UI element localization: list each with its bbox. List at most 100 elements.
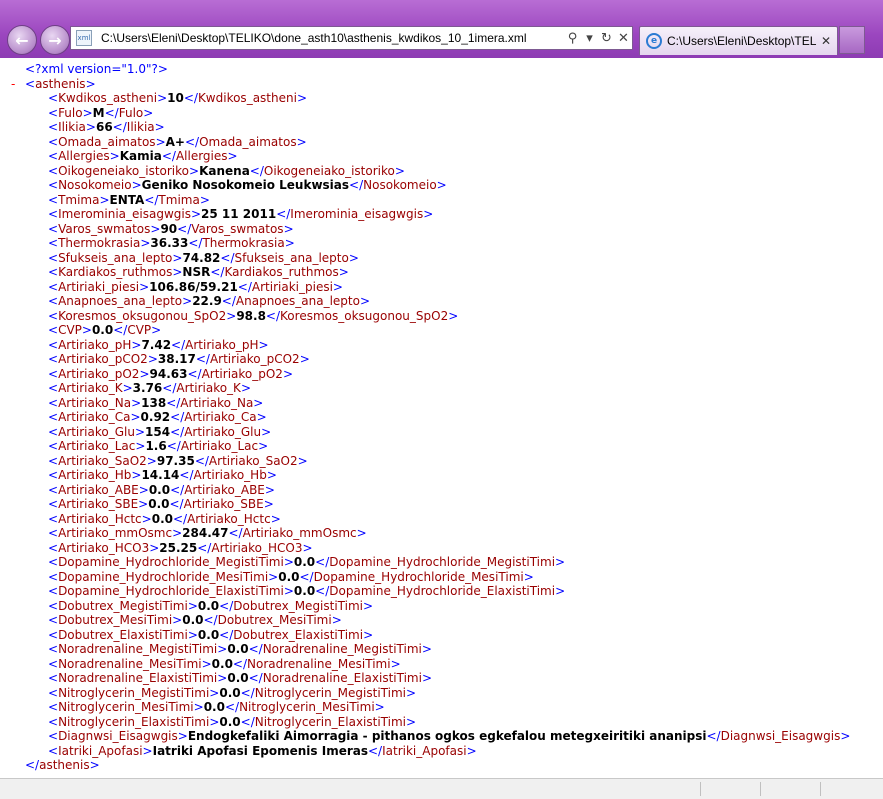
open-tag-name: Artiriako_ABE <box>58 482 139 497</box>
tab-title: C:\Users\Eleni\Desktop\TEL... <box>667 34 817 48</box>
xml-element-line: <Artiriako_SBE>0.0</Artiriako_SBE> <box>48 497 274 511</box>
xml-element-line: <Fulo>M</Fulo> <box>48 105 154 120</box>
close-tag-name: Fulo <box>118 105 144 120</box>
close-tag-name: Kwdikos_astheni <box>197 91 297 105</box>
xml-element-line: <Tmima>ENTA</Tmima> <box>48 192 210 207</box>
xml-file-icon: xml <box>76 30 92 46</box>
address-text[interactable]: C:\Users\Eleni\Desktop\TELIKO\done_asth1… <box>101 31 564 45</box>
xml-element-line: <Artiriako_mmOsmc>284.47</Artiriako_mmOs… <box>48 526 367 540</box>
open-tag-name: Anapnoes_ana_lepto <box>58 294 183 308</box>
close-tag-name: Artiriako_SBE <box>183 497 264 511</box>
open-tag-name: Koresmos_oksugonou_SpO2 <box>58 308 227 323</box>
close-tag-name: Artiriako_Na <box>180 395 254 410</box>
element-value: 3.76 <box>132 381 163 395</box>
open-tag-name: Nitroglycerin_MesiTimi <box>58 700 194 714</box>
forward-button[interactable]: → <box>40 25 70 55</box>
element-value: 0.0 <box>197 627 220 642</box>
close-tag-name: Artiriako_ABE <box>184 482 265 497</box>
close-tag-name: Dobutrex_MesiTimi <box>217 613 332 627</box>
element-value: Iatriki Apofasi Epomenis Imeras <box>152 743 368 758</box>
xml-element-line: <Nitroglycerin_MesiTimi>0.0</Nitroglycer… <box>48 700 385 714</box>
close-tag-name: Artiriako_Glu <box>184 424 262 439</box>
element-value: 0.0 <box>227 642 249 656</box>
xml-element-line: <Allergies>Kamia</Allergies> <box>48 149 238 163</box>
element-value: 22.9 <box>192 294 222 308</box>
new-tab-button[interactable] <box>839 26 865 54</box>
element-value: 66 <box>95 120 113 134</box>
element-value: A+ <box>165 134 185 149</box>
close-tag-name: Thermokrasia <box>202 236 285 250</box>
xml-element-line: <Noradrenaline_MegistiTimi>0.0</Noradren… <box>48 642 432 656</box>
close-tag-name: Kardiakos_ruthmos <box>224 265 339 279</box>
close-tag-name: Artiriako_Ca <box>184 410 257 424</box>
open-tag-name: Artiriako_SBE <box>58 497 139 511</box>
xml-element-line: <Sfukseis_ana_lepto>74.82</Sfukseis_ana_… <box>48 250 359 265</box>
element-value: 0.0 <box>91 323 114 337</box>
open-tag-name: Dopamine_Hydrochloride_MegistiTimi <box>58 555 284 569</box>
open-tag-name: Fulo <box>58 105 83 120</box>
element-value: 284.47 <box>182 526 229 540</box>
close-tag-name: Oikogeneiako_istoriko <box>263 163 395 178</box>
close-tag-name: Nitroglycerin_MegistiTimi <box>254 685 406 700</box>
open-tag-name: Allergies <box>58 149 110 163</box>
xml-element-line: <Artiriako_Hb>14.14</Artiriako_Hb> <box>48 468 277 482</box>
tab-active[interactable]: e C:\Users\Eleni\Desktop\TEL... ✕ <box>639 26 838 55</box>
element-value: 25.25 <box>159 540 198 555</box>
element-value: NSR <box>182 265 211 279</box>
close-tag-name: Artiriako_pO2 <box>201 366 283 381</box>
back-button[interactable]: ← <box>7 25 37 55</box>
open-tag-name: Artiriako_Ca <box>58 410 131 424</box>
element-value: 0.0 <box>219 714 241 729</box>
element-value: 0.0 <box>219 685 241 700</box>
xml-element-line: <Koresmos_oksugonou_SpO2>98.8</Koresmos_… <box>48 308 459 323</box>
xml-element-line: <Artiriaki_piesi>106.86/59.21</Artiriaki… <box>48 279 343 294</box>
close-tag-name: Dobutrex_MegistiTimi <box>233 598 363 613</box>
close-tag-name: Artiriako_mmOsmc <box>242 526 357 540</box>
back-arrow-icon: ← <box>15 30 29 50</box>
close-tag-name: Noradrenaline_MesiTimi <box>247 656 391 671</box>
element-value: 154 <box>145 424 171 439</box>
close-tag-name: Artiriako_Hctc <box>187 511 271 526</box>
xml-element-line: <Noradrenaline_ElaxistiTimi>0.0</Noradre… <box>48 671 432 685</box>
xml-element-line: <Noradrenaline_MesiTimi>0.0</Noradrenali… <box>48 656 401 671</box>
element-value: Kanena <box>199 163 250 178</box>
open-tag-name: Artiriako_SaO2 <box>58 453 147 468</box>
close-tag-name: Artiriako_K <box>176 381 241 395</box>
element-value: Kamia <box>119 149 162 163</box>
status-divider <box>700 782 701 796</box>
tab-close-icon[interactable]: ✕ <box>821 34 831 48</box>
close-tag-name: Dopamine_Hydrochloride_MesiTimi <box>313 569 524 584</box>
element-value: 0.0 <box>227 671 249 685</box>
element-value: 25 11 2011 <box>201 207 277 221</box>
address-bar[interactable]: xml C:\Users\Eleni\Desktop\TELIKO\done_a… <box>70 26 633 50</box>
open-tag-name: Artiriako_K <box>58 381 123 395</box>
open-tag-name: Artiriako_HCO3 <box>58 540 150 555</box>
open-tag-name: Artiriako_Hb <box>58 468 132 482</box>
open-tag-name: Dobutrex_MesiTimi <box>58 613 173 627</box>
element-value: 0.0 <box>151 511 173 526</box>
xml-element-line: <Nitroglycerin_MegistiTimi>0.0</Nitrogly… <box>48 685 417 700</box>
xml-element-line: <Artiriako_pCO2>38.17</Artiriako_pCO2> <box>48 352 310 366</box>
close-tag-name: Nitroglycerin_MesiTimi <box>239 700 375 714</box>
search-icon[interactable]: ⚲ <box>564 31 581 46</box>
open-tag-name: Nitroglycerin_MegistiTimi <box>58 685 210 700</box>
close-tag-name: Iatriki_Apofasi <box>382 743 467 758</box>
collapse-toggle[interactable]: - <box>11 77 15 92</box>
close-icon[interactable]: ✕ <box>615 31 632 46</box>
xml-element-line: <Nitroglycerin_ElaxistiTimi>0.0</Nitrogl… <box>48 714 417 729</box>
chevron-down-icon[interactable]: ▾ <box>581 31 598 46</box>
xml-element-line: <Dopamine_Hydrochloride_MesiTimi>0.0</Do… <box>48 569 534 584</box>
status-divider <box>760 782 761 796</box>
xml-element-line: <Thermokrasia>36.33</Thermokrasia> <box>48 236 295 250</box>
element-value: 97.35 <box>156 453 195 468</box>
xml-element-line: <Artiriako_Glu>154</Artiriako_Glu> <box>48 424 272 439</box>
close-tag-name: Diagnwsi_Eisagwgis <box>720 729 841 743</box>
open-tag-name: Ilikia <box>58 120 86 134</box>
close-tag-name: Nitroglycerin_ElaxistiTimi <box>254 714 406 729</box>
xml-element-line: <Dobutrex_MesiTimi>0.0</Dobutrex_MesiTim… <box>48 613 342 627</box>
element-value: 36.33 <box>150 236 189 250</box>
status-bar <box>0 778 883 799</box>
xml-element-line: <Dobutrex_MegistiTimi>0.0</Dobutrex_Megi… <box>48 598 374 613</box>
refresh-icon[interactable]: ↻ <box>598 31 615 46</box>
open-tag-name: Dobutrex_ElaxistiTimi <box>58 627 188 642</box>
